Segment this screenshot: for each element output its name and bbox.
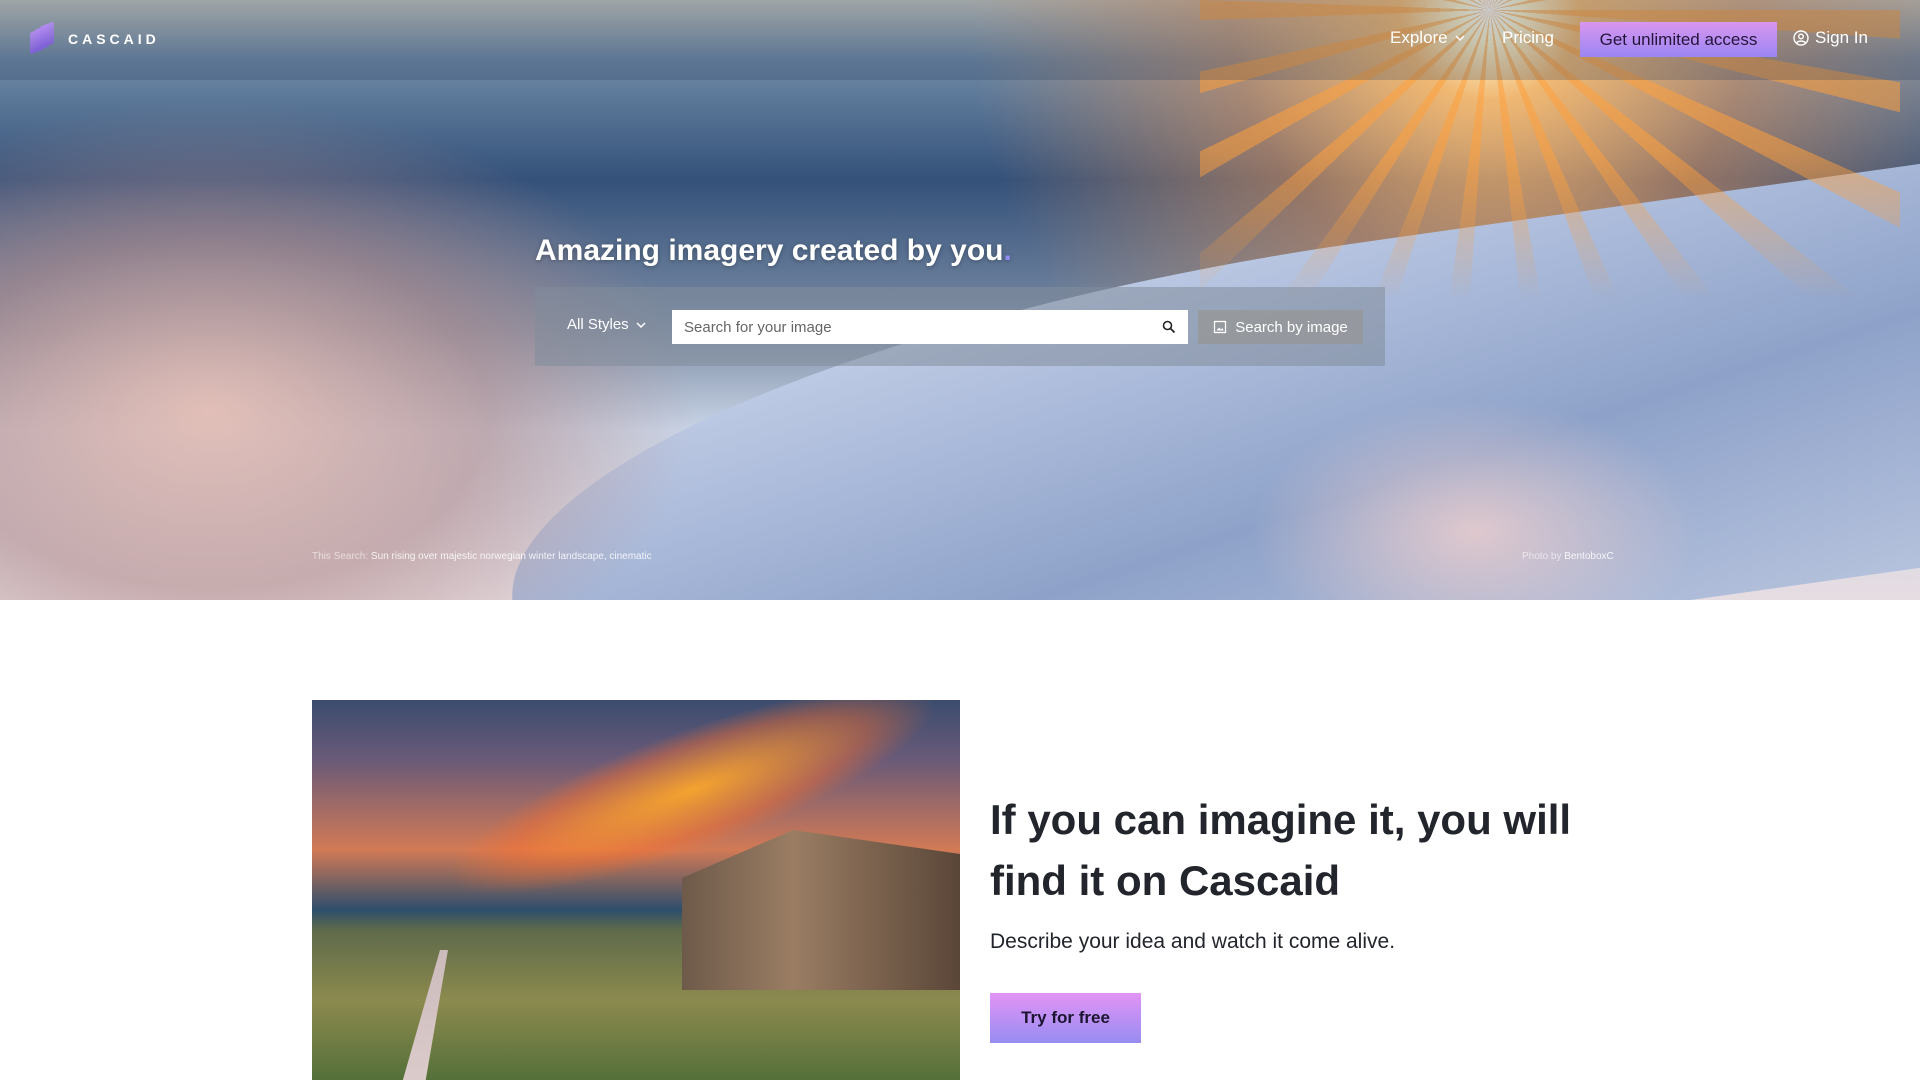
brand-name: CASCAID xyxy=(68,31,160,47)
credit-prefix: Photo by xyxy=(1522,551,1562,562)
search-icon[interactable] xyxy=(1162,320,1176,334)
sign-in-link[interactable]: Sign In xyxy=(1793,28,1868,48)
hero-headline-text: Amazing imagery created by you xyxy=(535,234,1004,267)
photo-credit: Photo by BentoboxC xyxy=(1522,551,1614,562)
top-nav: CASCAID Explore Pricing Get unlimited ac… xyxy=(0,0,1920,80)
brand-logo[interactable]: CASCAID xyxy=(30,21,160,55)
dirt-path xyxy=(400,950,448,1080)
hero-trees-right xyxy=(1250,400,1700,600)
feature-heading: If you can imagine it, you will find it … xyxy=(990,796,1572,904)
search-caption: This Search: Sun rising over majestic no… xyxy=(312,551,652,562)
hero-headline-dot: . xyxy=(1003,234,1012,267)
search-box xyxy=(672,310,1188,344)
hero-headline: Amazing imagery created by you. xyxy=(535,234,1012,268)
sign-in-label: Sign In xyxy=(1815,28,1868,47)
nav-explore-label: Explore xyxy=(1390,28,1448,47)
chevron-down-icon xyxy=(1455,35,1465,42)
styles-dropdown-label: All Styles xyxy=(567,316,629,333)
feature-image xyxy=(312,700,960,1080)
search-input[interactable] xyxy=(684,318,1162,336)
try-for-free-button[interactable]: Try for free xyxy=(990,993,1141,1043)
credit-author-link[interactable]: BentoboxC xyxy=(1564,551,1613,562)
search-by-image-label: Search by image xyxy=(1235,318,1348,336)
image-icon xyxy=(1214,320,1227,334)
styles-dropdown[interactable]: All Styles xyxy=(567,316,647,333)
cascaid-logo-icon xyxy=(30,21,54,55)
caption-search-link[interactable]: Sun rising over majestic norwegian winte… xyxy=(371,551,652,562)
feature-description: Describe your idea and watch it come ali… xyxy=(990,930,1396,953)
search-by-image-button[interactable]: Search by image xyxy=(1198,310,1363,344)
caption-prefix: This Search: xyxy=(312,551,369,562)
nav-pricing[interactable]: Pricing xyxy=(1502,28,1554,48)
chevron-down-icon xyxy=(636,321,646,328)
cabin xyxy=(682,830,960,990)
search-panel: All Styles Search by image xyxy=(535,287,1385,366)
user-circle-icon xyxy=(1793,30,1809,46)
get-unlimited-access-button[interactable]: Get unlimited access xyxy=(1580,22,1777,57)
nav-explore[interactable]: Explore xyxy=(1390,28,1466,48)
